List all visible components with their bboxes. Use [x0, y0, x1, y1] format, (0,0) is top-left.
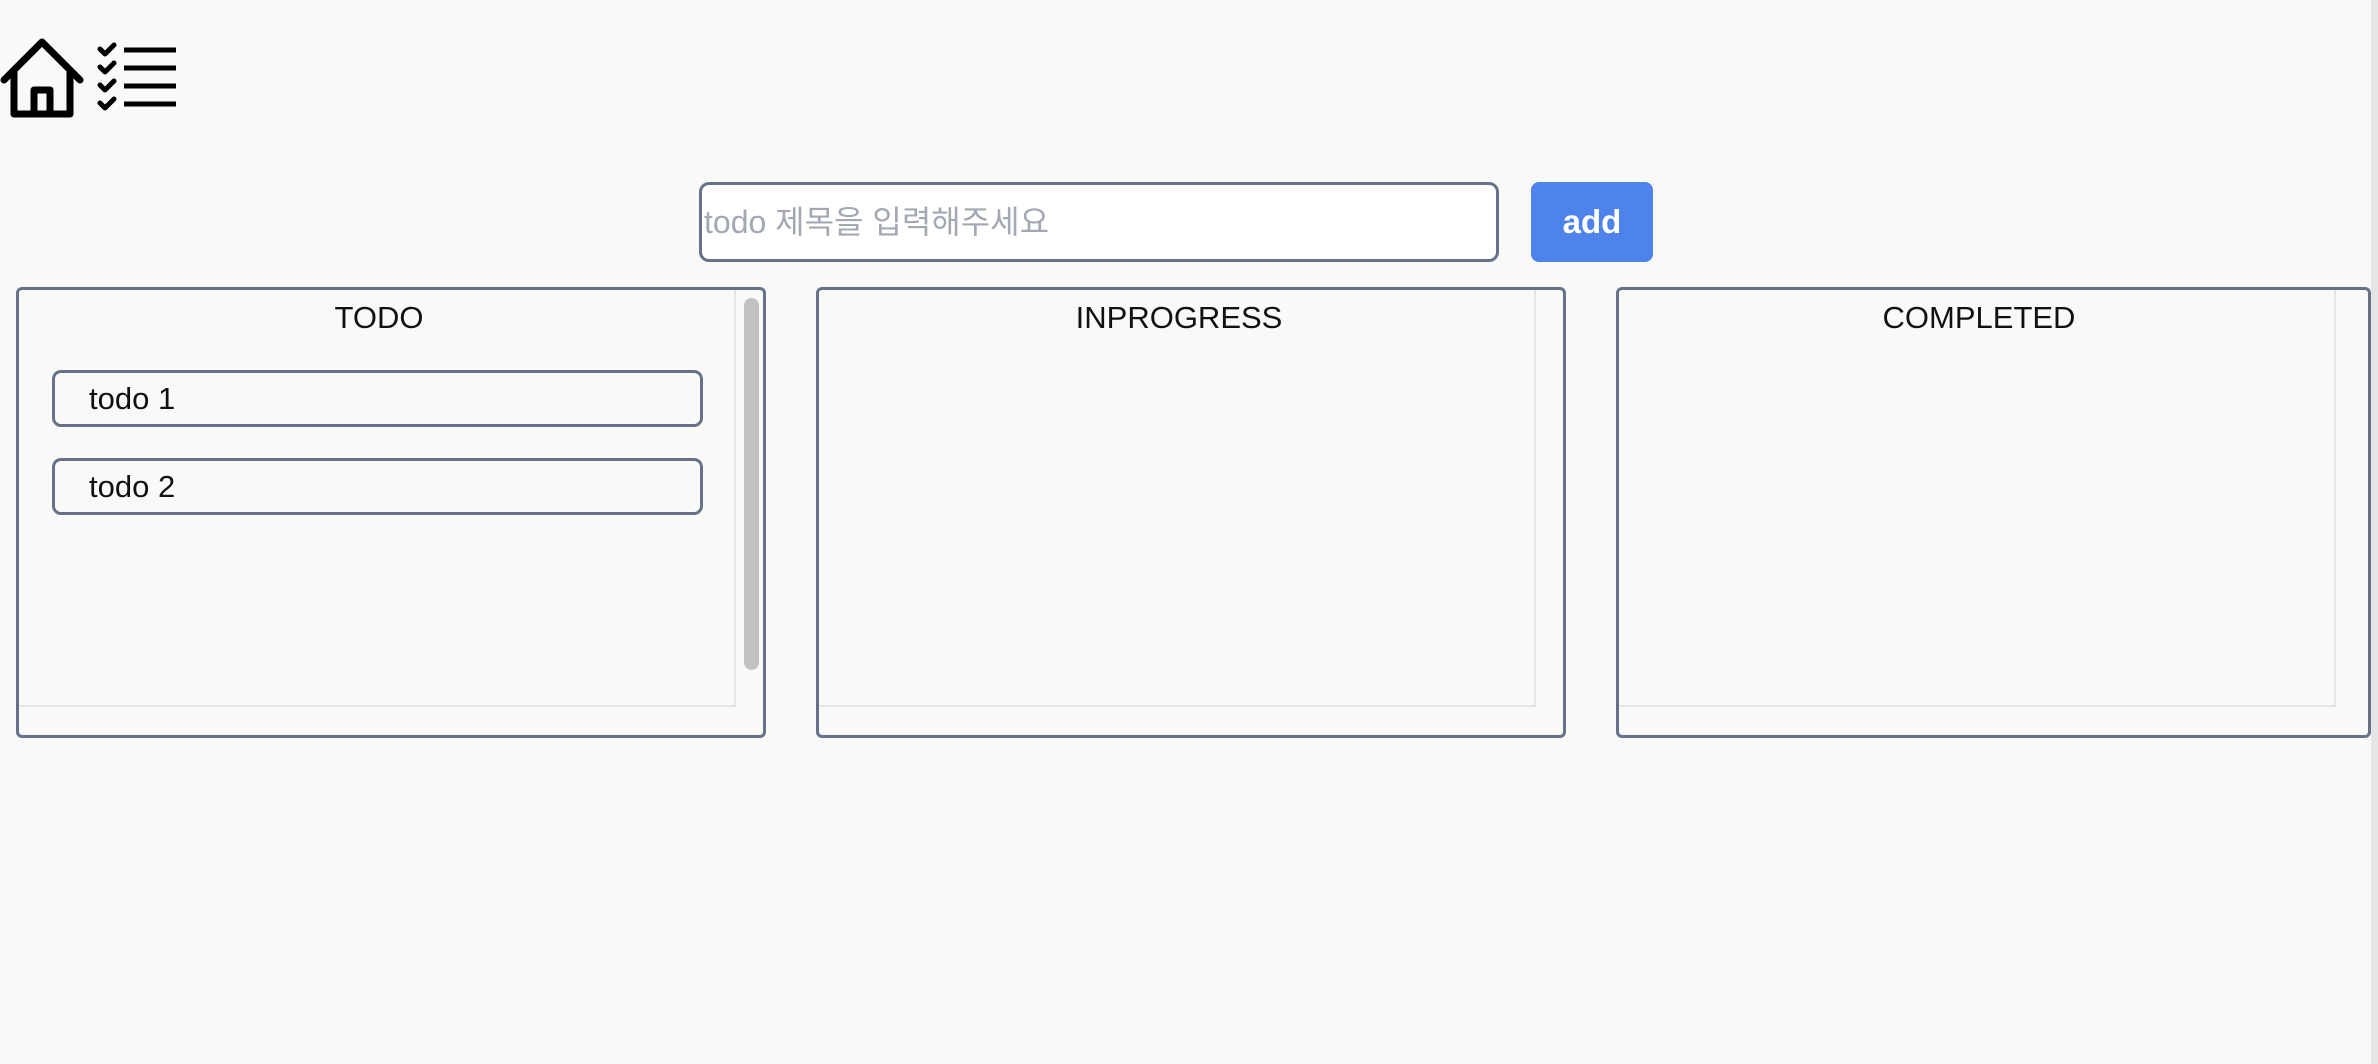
checklist-icon[interactable]	[96, 42, 178, 114]
todo-item[interactable]: todo 1	[52, 370, 703, 427]
window-edge	[2371, 0, 2378, 1064]
column-title: TODO	[334, 300, 424, 335]
column-title: COMPLETED	[1882, 300, 2076, 335]
column-inner-frame	[819, 290, 1536, 707]
add-todo-form: add	[699, 182, 1653, 262]
scrollbar[interactable]	[744, 298, 759, 670]
add-button[interactable]: add	[1531, 182, 1653, 262]
column-inprogress[interactable]: INPROGRESS	[816, 287, 1566, 738]
todo-list: todo 1 todo 2	[52, 370, 703, 546]
todo-item[interactable]: todo 2	[52, 458, 703, 515]
top-nav	[0, 36, 178, 120]
column-completed[interactable]: COMPLETED	[1616, 287, 2371, 738]
column-inner-frame	[1619, 290, 2336, 707]
column-todo[interactable]: TODO todo 1 todo 2	[16, 287, 766, 738]
todo-board-page: add TODO todo 1 todo 2 INPROGRESS COMPLE…	[0, 0, 2378, 1064]
todo-title-input[interactable]	[699, 182, 1499, 262]
home-icon[interactable]	[0, 36, 84, 120]
column-title: INPROGRESS	[1075, 300, 1283, 335]
